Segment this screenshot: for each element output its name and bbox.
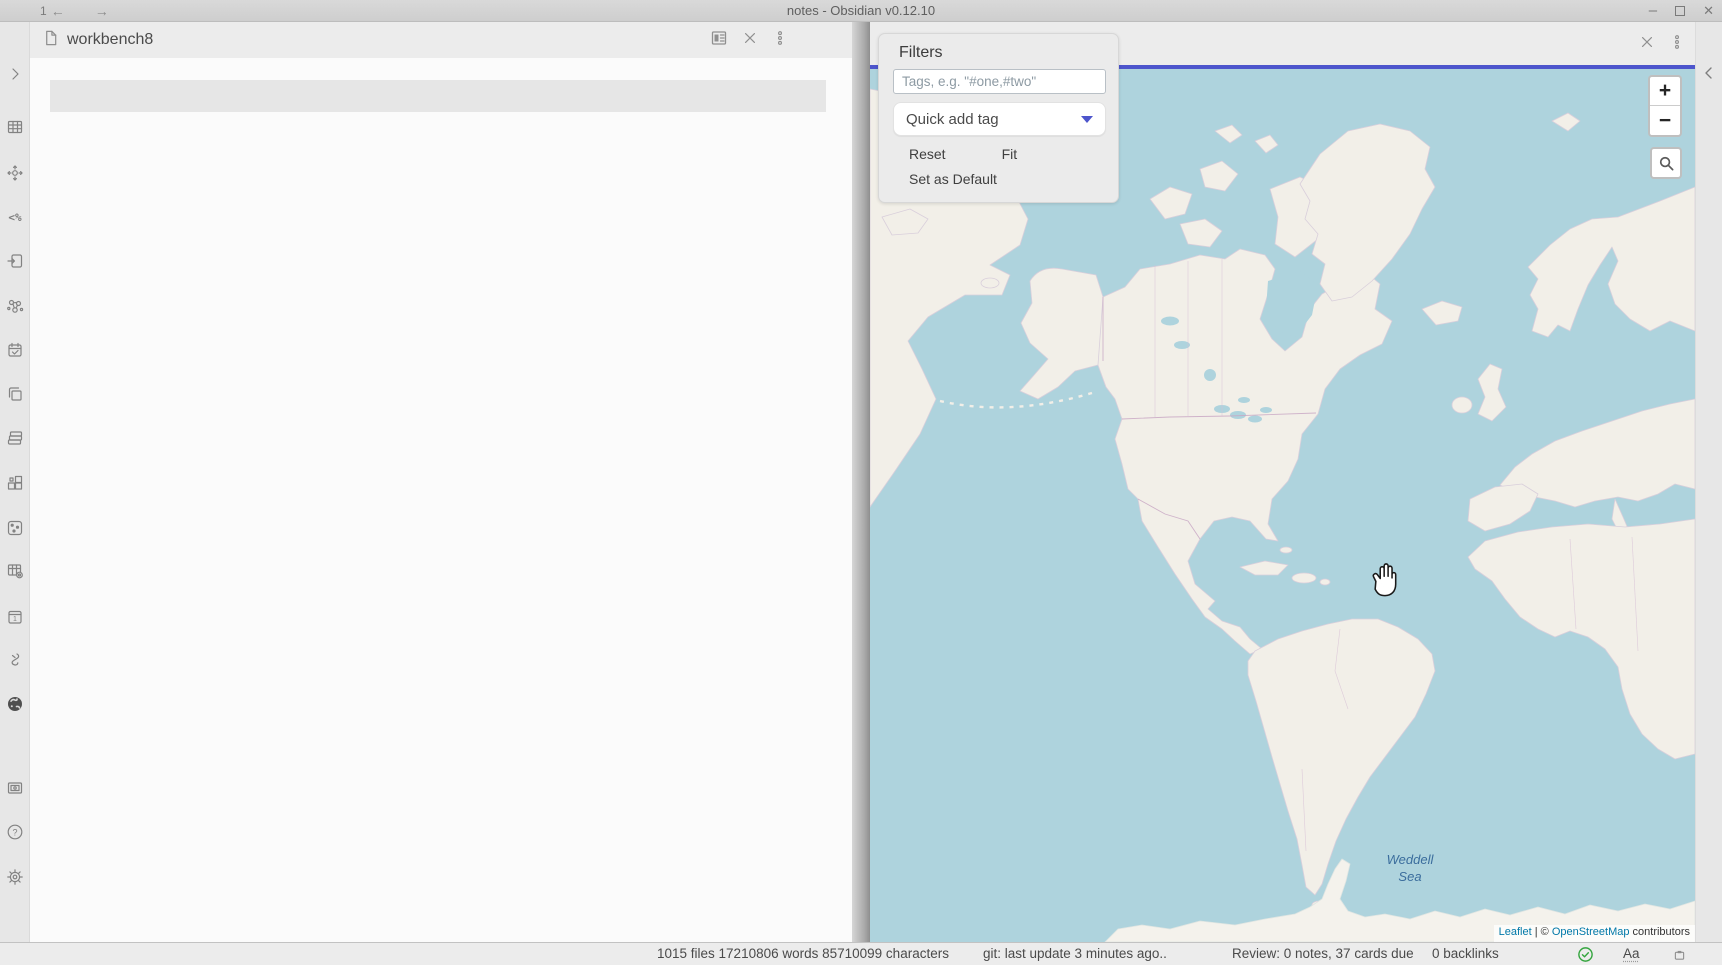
close-icon[interactable]	[742, 30, 758, 51]
reset-button[interactable]: Reset	[909, 146, 946, 162]
workspace: <% 1	[0, 22, 1722, 942]
pane-divider[interactable]	[852, 22, 870, 942]
window-controls: – ✕	[1649, 0, 1714, 22]
pan-arrows-icon[interactable]	[5, 163, 25, 183]
left-pane-title: workbench8	[67, 31, 153, 49]
openstreetmap-link[interactable]: OpenStreetMap	[1552, 926, 1630, 938]
help-icon[interactable]: ?	[5, 822, 25, 842]
close-icon[interactable]	[1639, 34, 1655, 55]
globe-icon[interactable]	[5, 694, 25, 714]
squiggle-icon[interactable]	[5, 650, 25, 670]
dice-icon[interactable]	[5, 518, 25, 538]
templater-icon[interactable]: <%	[5, 207, 25, 227]
review-status[interactable]: Review: 0 notes, 37 cards due	[1232, 946, 1414, 961]
more-options-icon[interactable]	[1669, 33, 1685, 56]
reading-mode-icon[interactable]	[710, 29, 728, 52]
note-editor[interactable]	[30, 58, 852, 942]
table-gear-icon[interactable]	[5, 561, 25, 581]
svg-text:?: ?	[12, 827, 17, 837]
obsidian-window: 1 ← → notes - Obsidian v0.12.10 – ✕ <%	[0, 0, 1722, 965]
left-pane-tab[interactable]: workbench8	[42, 29, 153, 52]
zoom-in-button[interactable]: +	[1650, 77, 1680, 106]
backlinks-count[interactable]: 0 backlinks	[1432, 946, 1499, 961]
titlebar: 1 ← → notes - Obsidian v0.12.10 – ✕	[0, 0, 1722, 22]
more-options-icon[interactable]	[772, 29, 788, 52]
map-pane: + − Weddell Sea Leaflet | © OpenStree	[870, 22, 1695, 942]
close-window-button[interactable]: ✕	[1703, 3, 1714, 19]
zoom-out-button[interactable]: −	[1650, 106, 1680, 135]
map-zoom-control: + −	[1648, 75, 1682, 137]
right-sidebar-gutter	[1695, 22, 1722, 942]
file-stats: 1015 files 17210806 words 85710099 chara…	[657, 946, 949, 961]
svg-text:1: 1	[13, 616, 17, 623]
blocks-icon[interactable]	[5, 473, 25, 493]
set-as-default-button[interactable]: Set as Default	[909, 171, 1104, 187]
map-pane-actions	[1639, 26, 1685, 62]
calendar-check-icon[interactable]	[5, 340, 25, 360]
sea-label: Weddell Sea	[1365, 851, 1455, 885]
filters-panel: Filters Quick add tag Reset Fit Set as D…	[878, 33, 1119, 203]
left-pane-actions	[710, 22, 788, 58]
graph-icon[interactable]	[5, 296, 25, 316]
left-pane-header: workbench8	[30, 22, 852, 58]
maximize-button[interactable]	[1675, 6, 1685, 16]
font-toggle-button[interactable]: Aa	[1623, 946, 1640, 961]
daily-note-icon[interactable]: 1	[5, 607, 25, 627]
cards-stack-icon[interactable]	[5, 428, 25, 448]
status-bar: 1015 files 17210806 words 85710099 chara…	[0, 942, 1722, 965]
quick-add-tag-dropdown[interactable]: Quick add tag	[893, 102, 1106, 136]
fit-button[interactable]: Fit	[1002, 146, 1018, 162]
status-mini-icon[interactable]	[1674, 949, 1685, 964]
grab-hand-cursor	[1368, 561, 1402, 604]
map-search-button[interactable]	[1650, 147, 1682, 179]
document-icon	[42, 29, 59, 52]
search-icon	[1658, 155, 1675, 172]
table-icon[interactable]	[5, 117, 25, 137]
leaflet-link[interactable]: Leaflet	[1499, 926, 1532, 938]
chevron-right-icon[interactable]	[5, 64, 25, 84]
minimize-button[interactable]: –	[1649, 6, 1657, 16]
git-check-icon	[1577, 946, 1594, 965]
left-ribbon: <% 1	[0, 22, 30, 942]
framed-image-icon[interactable]	[5, 778, 25, 798]
window-title: notes - Obsidian v0.12.10	[0, 3, 1722, 18]
book-arrow-icon[interactable]	[5, 251, 25, 271]
quick-add-tag-label: Quick add tag	[906, 111, 999, 128]
tags-filter-input[interactable]	[893, 69, 1106, 94]
copy-pages-icon[interactable]	[5, 384, 25, 404]
git-status: git: last update 3 minutes ago..	[983, 946, 1167, 961]
empty-block-placeholder[interactable]	[50, 80, 826, 112]
chevron-left-icon[interactable]	[1700, 64, 1718, 87]
settings-gear-icon[interactable]	[5, 867, 25, 887]
filters-title: Filters	[899, 44, 1104, 62]
map-attribution: Leaflet | © OpenStreetMap contributors	[1494, 925, 1695, 942]
left-pane: workbench8	[30, 22, 852, 942]
chevron-down-icon	[1081, 116, 1093, 123]
